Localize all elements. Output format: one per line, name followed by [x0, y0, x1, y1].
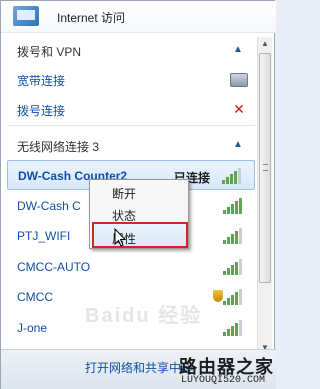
internet-access-label: Internet 访问: [57, 11, 126, 25]
internet-access-header: Internet 访问: [1, 1, 276, 33]
brand-url: LUYOUQI520.COM: [181, 375, 266, 386]
security-shield-icon: [213, 290, 223, 302]
context-menu: 断开 状态 属性: [89, 179, 189, 249]
broadband-connection-link[interactable]: 宽带连接: [17, 72, 65, 89]
network-name: CMCC: [17, 290, 53, 304]
watermark: Baidu 经验: [85, 305, 203, 327]
signal-strength-icon: [223, 320, 243, 336]
mouse-cursor-icon: [114, 228, 127, 247]
network-name: DW-Cash C: [17, 199, 81, 213]
signal-strength-icon: [223, 198, 243, 214]
brand-logo: 路由器之家 LUYOUQI520.COM: [179, 353, 275, 389]
disconnected-x-icon: ✕: [233, 101, 245, 117]
open-network-sharing-center-link[interactable]: 打开网络和共享中心: [85, 359, 193, 376]
signal-strength-icon: [223, 228, 243, 244]
network-name: J-one: [17, 321, 48, 335]
signal-strength-icon: [222, 168, 242, 184]
vertical-scrollbar[interactable]: ▲ ▼: [257, 37, 272, 355]
scroll-up-arrow-icon[interactable]: ▲: [258, 37, 272, 51]
collapse-wireless-chevron-icon[interactable]: ▲: [232, 139, 244, 151]
menu-item-disconnect[interactable]: 断开: [112, 185, 136, 202]
signal-strength-icon: [223, 259, 243, 275]
network-flyout: Internet 访问 拨号和 VPN ▲ 宽带连接 拨号连接 ✕ 无线网络连接…: [0, 0, 276, 389]
network-row-cmcc-auto[interactable]: CMCC-AUTO: [7, 252, 255, 282]
wireless-section-title: 无线网络连接 3: [17, 140, 100, 154]
section-divider: [7, 125, 255, 126]
network-name: PTJ_WIFI: [17, 229, 71, 243]
scrollbar-thumb[interactable]: [259, 53, 271, 283]
menu-item-status[interactable]: 状态: [112, 207, 136, 224]
grip-icon: [263, 164, 268, 171]
highlighted-menu-item: [92, 222, 188, 248]
modem-icon: [230, 73, 248, 87]
dialup-section-title: 拨号和 VPN: [17, 45, 82, 59]
dialup-connection-link[interactable]: 拨号连接: [17, 102, 65, 119]
signal-strength-icon: [223, 289, 243, 305]
collapse-dialup-chevron-icon[interactable]: ▲: [232, 44, 244, 56]
network-name: CMCC-AUTO: [17, 260, 91, 274]
network-icon: [13, 6, 39, 26]
